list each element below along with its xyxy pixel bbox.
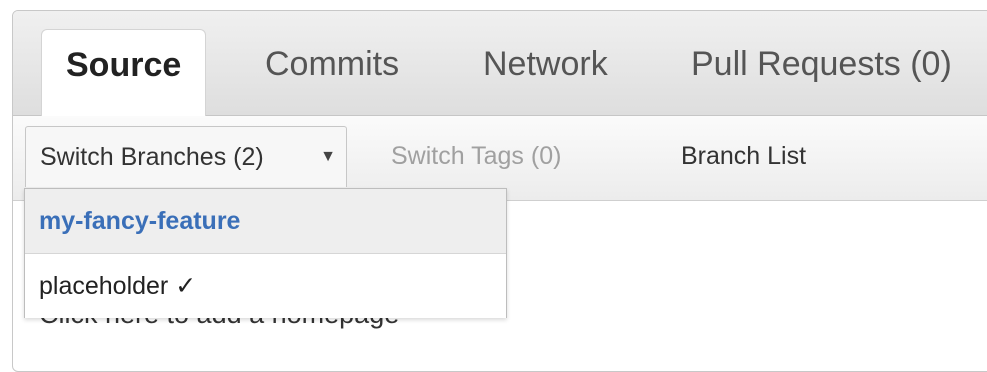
branch-dropdown: my-fancy-feature placeholder ✓ [24,188,507,318]
tab-pull-requests[interactable]: Pull Requests (0) [691,29,952,99]
branch-option-my-fancy-feature[interactable]: my-fancy-feature [25,189,506,254]
caret-down-icon: ▼ [320,148,336,165]
switch-branches-label: Switch Branches (2) [40,143,264,171]
branch-list-link[interactable]: Branch List [681,126,806,186]
tab-network[interactable]: Network [483,29,608,99]
tab-commits[interactable]: Commits [265,29,399,99]
switch-tags-link[interactable]: Switch Tags (0) [391,126,561,186]
branch-option-placeholder[interactable]: placeholder ✓ [25,254,506,318]
switch-branches-button[interactable]: Switch Branches (2) ▼ [25,126,347,187]
tab-source[interactable]: Source [41,29,207,116]
repo-tab-bar: Source Commits Network Pull Requests (0) [13,11,987,116]
